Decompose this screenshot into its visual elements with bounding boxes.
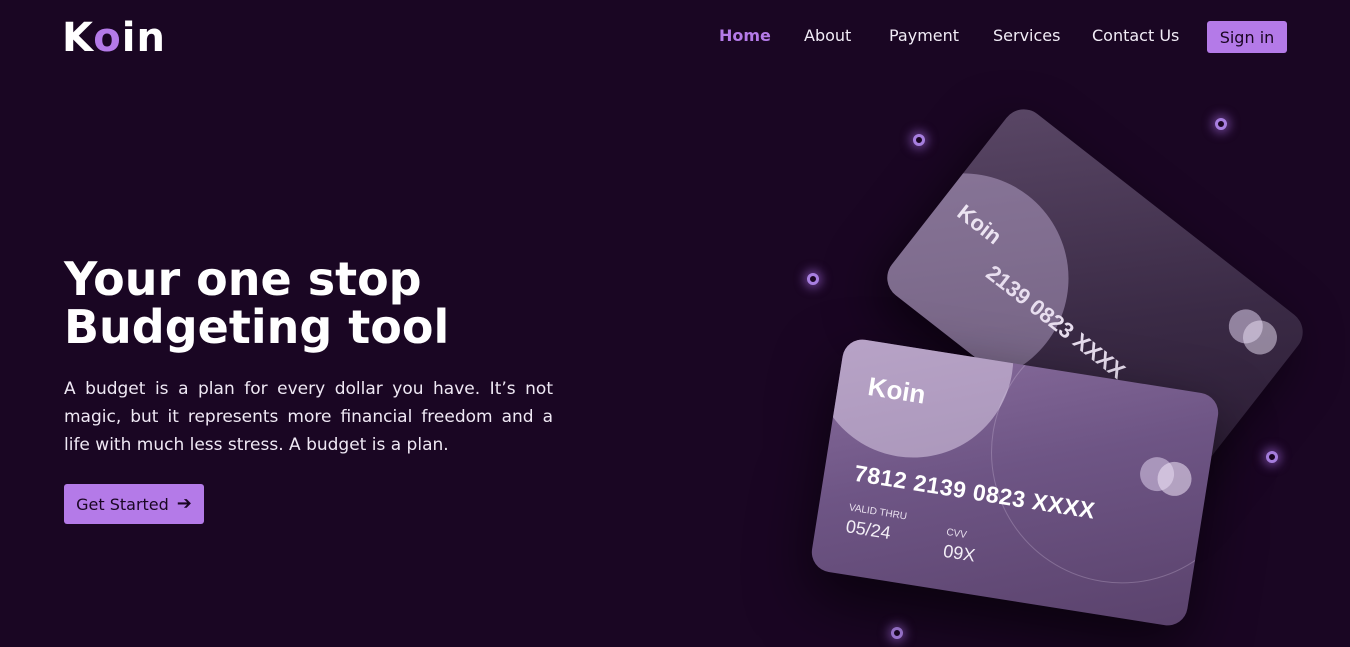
get-started-button[interactable]: Get Started ➔ bbox=[64, 484, 204, 524]
nav-contact-link[interactable]: Contact Us bbox=[1092, 26, 1179, 45]
valid-thru-value: 05/24 bbox=[844, 516, 893, 544]
hero-title-line2: Budgeting tool bbox=[64, 300, 450, 354]
arrow-right-icon: ➔ bbox=[176, 493, 192, 514]
sign-in-button[interactable]: Sign in bbox=[1207, 21, 1287, 53]
nav-home-link[interactable]: Home bbox=[719, 26, 771, 45]
get-started-label: Get Started bbox=[76, 494, 169, 514]
landing-page: Koin Home About Payment Services Contact… bbox=[0, 0, 1350, 647]
credit-cards-illustration: Koin 2139 0823 XXXX Koin 7812 2139 0823 … bbox=[770, 100, 1330, 647]
nav-services-link[interactable]: Services bbox=[993, 26, 1060, 45]
hero-title: Your one stop Budgeting tool bbox=[64, 255, 624, 351]
cvv-label: CVV bbox=[945, 526, 968, 542]
nav-payment-link[interactable]: Payment bbox=[889, 26, 959, 45]
cvv-value: 09X bbox=[941, 540, 977, 566]
main-nav: Home About Payment Services Contact Us S… bbox=[0, 21, 1350, 53]
hero-description: A budget is a plan for every dollar you … bbox=[64, 379, 553, 455]
hero-title-line1: Your one stop bbox=[64, 252, 422, 306]
nav-about-link[interactable]: About bbox=[804, 26, 851, 45]
